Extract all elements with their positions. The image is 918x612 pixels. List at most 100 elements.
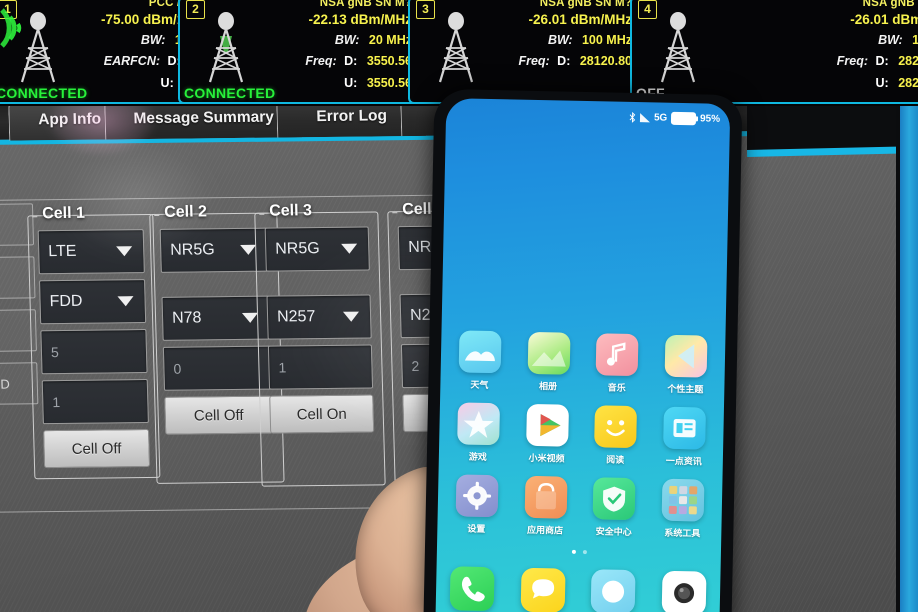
rf-cell-ul-4: U: 2822: [872, 76, 918, 90]
cell-3-cellid-input[interactable]: 1: [267, 344, 374, 390]
rf-cell-header-4: NSA gNB S: [862, 0, 918, 9]
browser-icon[interactable]: [590, 569, 636, 612]
security-icon: [592, 477, 636, 521]
rf-cell-bw-3: BW: 100 MHz: [548, 33, 632, 47]
settings-icon: [455, 474, 499, 518]
rf-ul-value-4: 2822: [898, 76, 918, 90]
handset-glyph: [461, 576, 485, 602]
app-reading[interactable]: 阅读: [586, 405, 645, 466]
rf-dl-key-2: D:: [344, 54, 358, 68]
rf-bw-label-3: BW:: [547, 33, 573, 47]
mi-video-icon: [525, 403, 569, 447]
monitor-bezel-top: [747, 106, 897, 152]
app-security[interactable]: 安全中心: [585, 477, 644, 538]
rf-dl-key-4: D:: [875, 54, 889, 68]
camera-icon[interactable]: [661, 570, 707, 612]
lens-glyph: [674, 583, 695, 604]
app-label: 系统工具: [664, 528, 701, 540]
app-weather[interactable]: 天气: [450, 330, 509, 391]
screenshot-root: 1 PCC / FDD 5 -75.00 dBm/15KHz BW: 10 MH…: [0, 0, 918, 612]
app-settings[interactable]: 设置: [447, 474, 506, 535]
app-label: 设置: [467, 524, 486, 535]
app-news[interactable]: 一点资讯: [655, 406, 714, 468]
folder-grid-glyph: [668, 485, 698, 515]
rf-cell-power-2: -22.13 dBm/MHz: [308, 12, 412, 27]
rf-cell-power-3: -26.01 dBm/MHz: [528, 12, 632, 27]
cell-3-band-dropdown[interactable]: N257: [266, 294, 372, 340]
palette-glyph: [678, 344, 695, 369]
rf-bw-value-3: 100 MHz: [581, 33, 632, 47]
cell-group-1-fields: LTE FDD 5 1 Cell Off: [37, 229, 151, 469]
compass-glyph: [602, 580, 625, 603]
cell-2-power-button[interactable]: Cell Off: [164, 395, 274, 435]
rf-cell-header-2: NSA gNB SN M?: [319, 0, 412, 9]
rf-cell-dl-2: Freq: D: 3550.56: [305, 54, 412, 68]
cell-2-type-dropdown[interactable]: NR5G: [159, 227, 269, 273]
app-label: 应用商店: [526, 525, 564, 537]
rf-dl-key-3: D:: [557, 54, 571, 68]
messages-icon[interactable]: [520, 567, 566, 612]
app-label: 一点资讯: [665, 456, 702, 468]
chevron-down-icon: [241, 312, 259, 323]
cell-1-cellid-input[interactable]: 1: [41, 379, 149, 425]
rf-cell-header-3: NSA gNB SN M?: [539, 0, 632, 9]
cell-1-power-button[interactable]: Cell Off: [43, 428, 151, 469]
rf-cell-power-4: -26.01 dBm/: [850, 12, 918, 27]
page-dot-active[interactable]: [571, 549, 576, 554]
cell-tower-icon: [660, 12, 696, 83]
cell-1-type-value: LTE: [48, 242, 77, 261]
shopping-bag-glyph: [535, 483, 556, 510]
phone-status-bar: 5G 95%: [629, 109, 720, 127]
cell-1-type-dropdown[interactable]: LTE: [37, 229, 145, 275]
app-tools-folder[interactable]: 系统工具: [653, 478, 712, 540]
rf-cell-dl-4: Freq: D: 2822: [837, 54, 918, 68]
play-triangle-glyph: [539, 414, 561, 437]
rf-freq-label-2: Freq:: [305, 54, 337, 68]
rf-bw-value-2: 20 MHz: [368, 33, 412, 47]
cell-3-type-value: NR5G: [275, 240, 320, 258]
cell-tower-icon: [438, 12, 474, 83]
app-mi-video[interactable]: 小米视频: [517, 403, 576, 465]
page-dot[interactable]: [582, 550, 587, 555]
battery-icon: [670, 111, 697, 125]
cell-1-duplex-dropdown[interactable]: FDD: [39, 279, 147, 325]
rf-freq-label-4: Freq:: [836, 54, 869, 68]
monitor-right-edge: [896, 106, 918, 612]
chevron-down-icon: [341, 243, 358, 254]
music-icon: [595, 333, 639, 377]
rf-cell-panel-3: 3 NSA gNB SN M? -26.01 dBm/MHz BW: 100 M…: [408, 0, 640, 104]
rf-dl-value-2: 3550.56: [366, 54, 412, 68]
cell-tower-icon: [20, 12, 56, 83]
app-app-store[interactable]: 应用商店: [516, 475, 575, 537]
cell-group-2-title: Cell 2: [159, 203, 212, 222]
cell-3-type-dropdown[interactable]: NR5G: [264, 226, 370, 272]
app-label: 相册: [538, 382, 558, 393]
cell-tower-icon: [208, 12, 244, 83]
app-games[interactable]: 游戏: [449, 402, 508, 463]
chat-bubble-glyph: [531, 579, 554, 599]
newspaper-glyph: [673, 418, 696, 438]
signal-bars-icon: [639, 112, 651, 122]
cell-group-3: Cell 3 NR5G N257 1 Cell On: [254, 202, 386, 487]
cell-2-cellid-input[interactable]: 0: [162, 345, 273, 391]
rf-bw-label-4: BW:: [878, 33, 903, 47]
cell-1-band-input[interactable]: 5: [40, 329, 148, 375]
photo-glyph: [531, 350, 566, 367]
phone-icon[interactable]: [449, 566, 495, 612]
rf-cell-panel-4: 4 NSA gNB S -26.01 dBm/ BW: 10 Freq: D: …: [630, 0, 918, 104]
cell-3-power-button[interactable]: Cell On: [269, 394, 375, 434]
rf-cell-status-1: CONNECTED: [0, 85, 88, 101]
rf-cell-dl-3: Freq: D: 28120.80: [518, 54, 632, 68]
app-music[interactable]: 音乐: [588, 333, 647, 394]
app-themes[interactable]: 个性主题: [656, 334, 715, 396]
rf-freq-label-3: Freq:: [518, 54, 550, 68]
app-gallery[interactable]: 相册: [519, 331, 578, 393]
battery-percent-label: 95%: [699, 112, 721, 125]
tab-message-summary[interactable]: Message Summary: [104, 106, 304, 140]
network-type-label: 5G: [653, 111, 668, 124]
app-store-icon: [524, 475, 568, 519]
cell-2-band-dropdown[interactable]: N78: [161, 295, 271, 341]
rf-cell-status-2: CONNECTED: [184, 85, 276, 101]
chevron-down-icon: [342, 311, 360, 322]
rf-freq-label-1: EARFCN:: [103, 54, 161, 68]
